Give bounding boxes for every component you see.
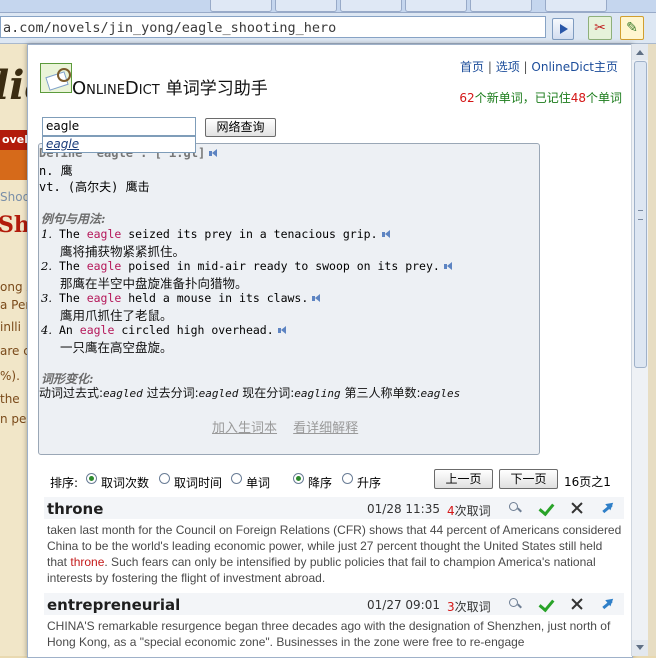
delete-icon[interactable] [570,501,584,515]
tab-strip [0,0,656,13]
scroll-down-arrow-icon[interactable] [632,640,648,656]
sort-by-count-radio[interactable] [86,473,97,484]
example-sentence: 2. The eagle poised in mid-air ready to s… [41,259,455,273]
page-indicator: 16页之1 [564,475,611,489]
onlinedict-extension-icon[interactable]: ✎ [620,16,644,40]
site-breadcrumb[interactable]: Shoo [0,190,30,204]
next-page-button[interactable]: 下一页 [499,469,558,489]
word-entry-header [44,497,624,519]
example-sentence: 1. The eagle seized its prey in a tenacio… [41,227,393,241]
browser-tab[interactable] [545,0,607,12]
entry-lookup-count: 4次取词 [447,504,491,518]
home-link[interactable]: 首页 [460,60,484,74]
order-asc-label[interactable]: 升序 [357,474,381,491]
example-translation: 一只鹰在高空盘旋。 [60,340,173,355]
onlinedict-popup: ONLINEDICT 单词学习助手 首页 | 选项 | OnlineDict主页… [27,44,633,658]
site-text-line: %). [0,369,20,383]
site-text-line: are c [0,344,30,358]
entry-lookup-count: 3次取词 [447,600,491,614]
speaker-icon[interactable] [381,230,393,239]
entry-word[interactable]: entrepreneurial [47,596,180,614]
browser-tab[interactable] [405,0,467,12]
lookup-icon[interactable] [508,597,522,611]
sort-by-word-label[interactable]: 单词 [246,474,270,491]
scroll-up-arrow-icon[interactable] [632,44,648,60]
go-to-source-icon[interactable] [600,501,614,515]
delete-icon[interactable] [570,597,584,611]
entry-date: 01/28 11:35 [367,502,440,516]
go-to-source-icon[interactable] [600,597,614,611]
example-translation: 鹰将捕获物紧紧抓住。 [60,244,186,259]
example-translation: 那鹰在半空中盘旋准备扑向猎物。 [60,276,248,291]
brand-subtitle: 单词学习助手 [165,79,268,99]
options-link[interactable]: 选项 [496,60,520,74]
speaker-icon[interactable] [443,262,455,271]
speaker-icon[interactable] [312,294,323,303]
web-query-button[interactable]: 网络查询 [205,118,276,137]
onlinedict-home-link[interactable]: OnlineDict主页 [531,60,618,74]
autocomplete-suggestion[interactable]: eagle [42,136,196,153]
order-asc-radio[interactable] [342,473,353,484]
search-input[interactable]: eagle [42,117,196,136]
examples-heading: 例句与用法: [41,212,106,226]
order-desc-radio[interactable] [293,473,304,484]
url-field[interactable]: a.com/novels/jin_yong/eagle_shooting_her… [0,16,546,38]
site-text-line: inlli [0,320,21,334]
browser-tab[interactable] [340,0,402,12]
definition-card: Define "eagle": [ˈi:gl] n. 鹰 vt. (高尔夫) 鹰… [38,143,540,455]
popup-scrollbar[interactable] [631,44,648,656]
sort-by-time-label[interactable]: 取词时间 [174,474,222,491]
order-desc-label[interactable]: 降序 [308,474,332,491]
add-to-wordbook-link[interactable]: 加入生词本 [212,421,277,436]
browser-tab[interactable] [210,0,272,12]
definition-actions: 加入生词本 看详细解释 [212,417,370,436]
onlinedict-logo-icon [40,63,72,93]
example-translation: 鹰用爪抓住了老鼠。 [60,308,173,323]
word-stats: 62个新单词，已记住48个单词 [459,91,622,105]
top-links: 首页 | 选项 | OnlineDict主页 [460,60,618,74]
speaker-icon[interactable] [209,149,220,158]
sense-line: vt. (高尔夫) 鹰击 [39,180,150,194]
example-sentence: 4. An eagle circled high overhead. [41,323,289,337]
sort-bar: 排序: 取词次数 取词时间 单词 降序 升序 上一页 下一页 16页之1 [28,465,632,495]
go-button[interactable] [552,18,574,40]
scissors-extension-icon[interactable]: ✂ [588,16,612,40]
sort-by-word-radio[interactable] [231,473,242,484]
sort-by-count-label[interactable]: 取词次数 [101,474,149,491]
sense-line: n. 鹰 [39,164,73,178]
site-text-line: a Per [0,298,31,312]
browser-tab[interactable] [470,0,532,12]
sort-by-time-radio[interactable] [159,473,170,484]
popup-scrollbar-thumb[interactable] [634,61,647,368]
entry-context: taken last month for the Council on Fore… [47,523,622,585]
onlinedict-brand: ONLINEDICT 单词学习助手 [72,78,268,99]
view-details-link[interactable]: 看详细解释 [293,421,358,436]
speaker-icon[interactable] [277,326,289,335]
entry-word[interactable]: throne [47,500,103,518]
prev-page-button[interactable]: 上一页 [434,469,493,489]
sort-label: 排序: [50,476,79,490]
entry-date: 01/27 09:01 [367,598,440,612]
lookup-icon[interactable] [508,501,522,515]
mark-known-icon[interactable] [540,597,554,611]
address-bar: a.com/novels/jin_yong/eagle_shooting_her… [0,13,656,44]
example-sentence: 3. The eagle held a mouse in its claws. [41,291,323,305]
site-text-line: the [0,392,20,406]
entry-context: CHINA'S remarkable resurgence began thre… [47,619,611,649]
word-forms: 动词过去式:eagled 过去分词:eagled 现在分词:eagling 第三… [39,386,461,400]
mark-known-icon[interactable] [540,501,554,515]
browser-tab[interactable] [275,0,337,12]
